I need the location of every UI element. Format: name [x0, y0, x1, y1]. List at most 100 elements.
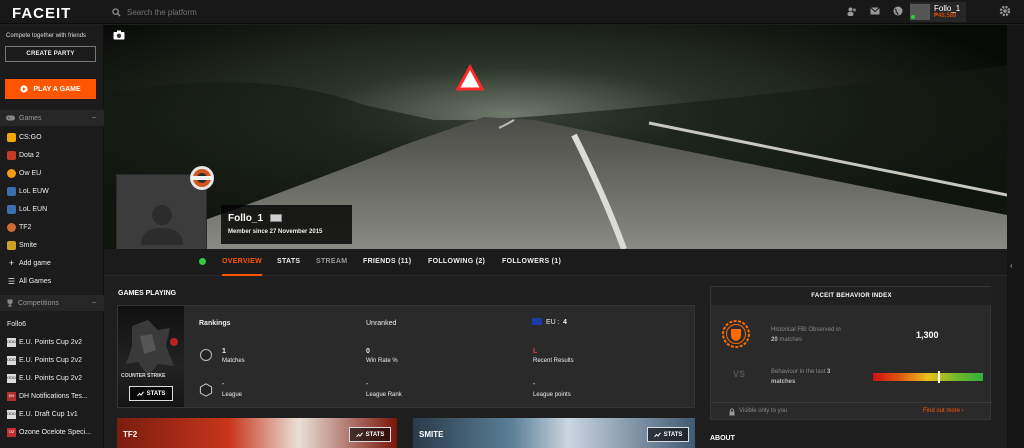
competition-label: Ozone Ocelote Speci... [19, 428, 91, 436]
competition-label: DH Notifications Tes... [19, 392, 88, 400]
create-party-button[interactable]: CREATE PARTY [5, 46, 96, 62]
user-name: Follo_1 [934, 4, 961, 13]
sidebar-tagline: Compete together with friends [6, 33, 87, 39]
sidebar-item-label: CS:GO [19, 133, 42, 141]
competition-badge-icon: ODD [7, 373, 16, 383]
games-section-header[interactable]: Games − [0, 110, 104, 126]
winrate-value: 0 [366, 348, 370, 355]
csgo-stats-button[interactable]: STATS [129, 386, 173, 401]
scrollbar[interactable]: ‹ [1007, 25, 1024, 448]
tab-stream[interactable]: STREAM [316, 258, 347, 265]
all-games-label: All Games [19, 277, 52, 285]
smite-game-card[interactable]: SMITE STATS [413, 418, 695, 448]
competition-item[interactable]: ODD E.U. Points Cup 2v2 [0, 333, 104, 351]
competition-label: E.U. Points Cup 2v2 [19, 356, 83, 364]
chart-icon [355, 431, 363, 437]
all-games-link[interactable]: ☰ All Games [0, 272, 104, 290]
sidebar-item-label: Ow EU [19, 169, 42, 177]
play-icon [20, 85, 28, 93]
fbi-score: 1,300 [916, 330, 939, 340]
faceit-logo[interactable]: FACEIT [12, 5, 71, 22]
friends-icon[interactable] [846, 5, 858, 17]
collapse-icon[interactable]: − [92, 115, 96, 122]
fbi-title: FACEIT BEHAVIOR INDEX [711, 287, 992, 305]
versus-icon: VS [733, 369, 746, 379]
fbi-behaviour-text: Behaviour in the last 3 matches [771, 369, 831, 385]
tab-followers[interactable]: FOLLOWERS (1) [502, 258, 561, 265]
tf2-game-card[interactable]: TF2 STATS [117, 418, 397, 448]
faceit-behavior-index-panel: FACEIT BEHAVIOR INDEX Historical FBI Obs… [710, 286, 992, 420]
eu-flag-icon [532, 318, 542, 325]
league-rank-value: - [366, 381, 369, 388]
fbi-observed-text: Historical FBI Observed in 20 matches [771, 327, 841, 343]
change-cover-camera-icon[interactable] [113, 30, 125, 40]
league-value: - [222, 381, 225, 388]
user-menu[interactable]: Follo_1 ₱48,589 [910, 2, 967, 22]
matches-value: 1 [222, 348, 226, 355]
chevron-left-icon[interactable]: ‹ [1010, 261, 1013, 270]
sidebar: Compete together with friends CREATE PAR… [0, 25, 104, 448]
tf2-stats-button[interactable]: STATS [349, 427, 391, 442]
sidebar-item-tf2[interactable]: TF2 [0, 218, 104, 236]
tab-following[interactable]: FOLLOWING (2) [428, 258, 485, 265]
user-points: ₱48,589 [934, 13, 957, 19]
competitions-section-header[interactable]: Competitions − [0, 295, 104, 311]
sidebar-item-label: LoL EUN [19, 205, 48, 213]
competitions-header-label: Competitions [18, 299, 59, 307]
sidebar-item-lol-eun[interactable]: LoL EUN [0, 200, 104, 218]
points-coin-icon [200, 349, 212, 361]
gauge-needle [937, 371, 940, 383]
visibility-text: Visible only to you [739, 408, 788, 414]
competition-label: E.U. Points Cup 2v2 [19, 338, 83, 346]
smite-stats-button[interactable]: STATS [647, 427, 689, 442]
sidebar-item-overwatch[interactable]: Ow EU [0, 164, 104, 182]
winrate-label: Win Rate % [366, 358, 398, 364]
gear-icon[interactable] [999, 5, 1011, 20]
competition-badge-icon: ODD [7, 355, 16, 365]
search-input[interactable] [127, 7, 327, 17]
search-box[interactable] [112, 4, 327, 20]
play-a-game-button[interactable]: PLAY A GAME [5, 79, 96, 99]
find-out-more-link[interactable]: Find out more › [923, 408, 964, 414]
competition-item[interactable]: ODD E.U. Draft Cup 1v1 [0, 405, 104, 423]
competition-badge-icon: ODD [7, 409, 16, 419]
sidebar-item-label: TF2 [19, 223, 32, 231]
csgo-icon [7, 132, 16, 142]
profile-name: Follo_1 [228, 213, 264, 224]
collapse-icon[interactable]: − [92, 300, 96, 307]
tf2-icon [7, 222, 16, 232]
league-rank-label: League Rank [366, 392, 402, 398]
member-since: Member since 27 November 2015 [228, 229, 323, 235]
sidebar-item-label: Dota 2 [19, 151, 40, 159]
competition-item[interactable]: ODD E.U. Points Cup 2v2 [0, 369, 104, 387]
smite-card-title: SMITE [419, 430, 444, 439]
sidebar-item-lol-euw[interactable]: LoL EUW [0, 182, 104, 200]
tab-friends[interactable]: FRIENDS (11) [363, 258, 411, 265]
messages-icon[interactable] [869, 5, 881, 17]
fbi-shield-icon [721, 319, 751, 352]
chart-icon [136, 390, 144, 396]
sidebar-item-smite[interactable]: Smite [0, 236, 104, 254]
add-game-button[interactable]: + Add game [0, 254, 104, 272]
country-flag-icon [270, 214, 282, 222]
user-avatar [910, 4, 930, 20]
skill-level-badge-icon [189, 165, 215, 191]
top-bar: FACEIT Follo_1 ₱48,589 [0, 0, 1024, 24]
rankings-label: Rankings [199, 320, 231, 327]
add-game-label: Add game [19, 259, 51, 267]
globe-icon[interactable] [892, 5, 904, 17]
search-icon [112, 7, 121, 17]
league-label: League [222, 392, 243, 398]
competition-item[interactable]: DH DH Notifications Tes... [0, 387, 104, 405]
league-points-label: League points [533, 392, 571, 398]
competition-item[interactable]: OZ Ozone Ocelote Speci... [0, 423, 104, 441]
profile-name-box: Follo_1 Member since 27 November 2015 [221, 205, 352, 244]
lock-icon [729, 408, 735, 416]
chart-icon [653, 431, 661, 437]
tab-overview[interactable]: OVERVIEW [222, 258, 263, 276]
competition-item[interactable]: ODD E.U. Points Cup 2v2 [0, 351, 104, 369]
tab-stats[interactable]: STATS [277, 258, 300, 265]
sidebar-item-csgo[interactable]: CS:GO [0, 128, 104, 146]
sidebar-item-dota2[interactable]: Dota 2 [0, 146, 104, 164]
fbi-footer: Visible only to you Find out more › [711, 402, 992, 420]
